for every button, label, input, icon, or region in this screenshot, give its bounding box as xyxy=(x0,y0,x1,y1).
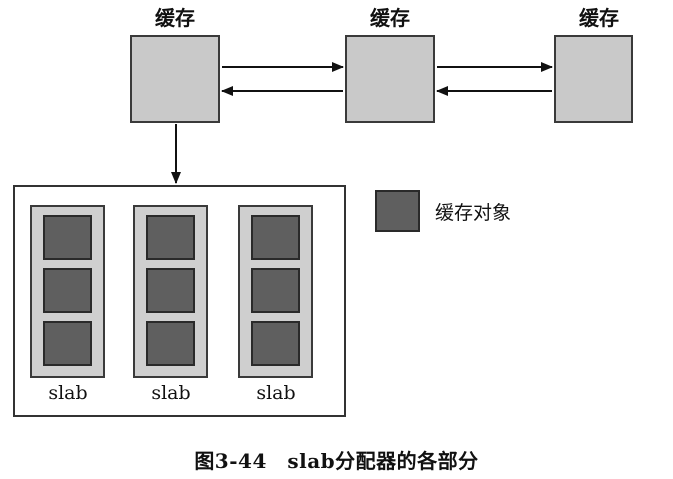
connector-arrows xyxy=(171,62,553,184)
figure-caption: 图3-44 slab分配器的各部分 xyxy=(194,449,479,473)
